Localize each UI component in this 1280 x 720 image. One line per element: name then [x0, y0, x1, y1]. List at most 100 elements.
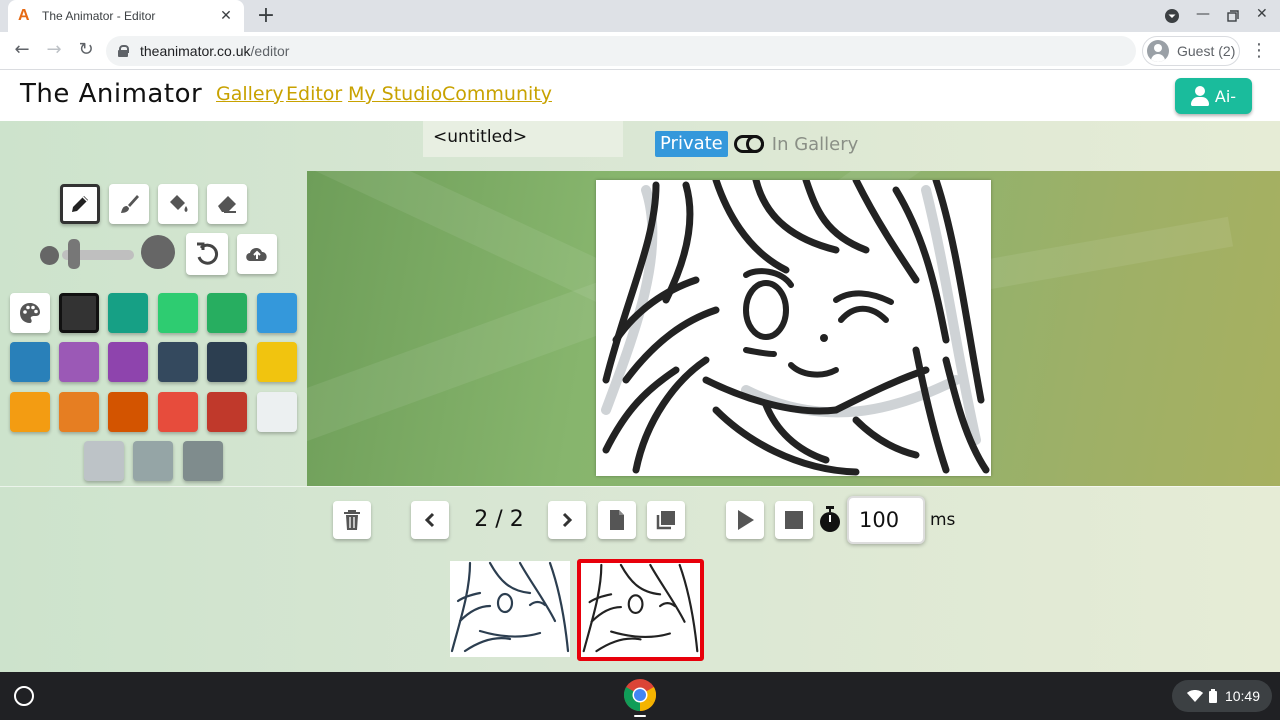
battery-icon — [1208, 689, 1217, 703]
minimize-icon[interactable]: — — [1196, 6, 1210, 22]
browser-toolbar: ← → ↻ theanimator.co.uk/editor Guest (2)… — [0, 32, 1280, 70]
drawing-canvas[interactable] — [596, 180, 991, 476]
color-swatch-14[interactable] — [108, 392, 148, 432]
browser-tabbar: A The Animator - Editor ✕ + — ✕ — [0, 0, 1280, 32]
url-text: theanimator.co.uk/editor — [140, 43, 290, 59]
color-swatch-16[interactable] — [207, 392, 247, 432]
close-tab-icon[interactable]: ✕ — [218, 8, 234, 24]
stop-icon — [785, 511, 803, 529]
nav-my-studio[interactable]: My Studio — [348, 83, 442, 105]
large-size-icon[interactable] — [141, 235, 175, 269]
forward-icon[interactable]: → — [44, 40, 64, 60]
color-swatch-13[interactable] — [59, 392, 99, 432]
animation-title-input[interactable]: <untitled> — [423, 121, 623, 157]
close-window-icon[interactable]: ✕ — [1256, 6, 1268, 22]
new-tab-icon[interactable]: + — [254, 3, 278, 28]
nav-editor[interactable]: Editor — [286, 83, 342, 105]
stopwatch-icon — [820, 506, 840, 532]
site-header: The Animator Gallery Editor My Studio Co… — [0, 71, 1280, 121]
editor-area: <untitled> Private In Gallery 2 / 2 100 … — [0, 121, 1280, 672]
ms-unit-label: ms — [930, 510, 956, 530]
new-frame-button[interactable] — [598, 501, 636, 539]
color-swatch-6[interactable] — [10, 342, 50, 382]
back-icon[interactable]: ← — [12, 40, 32, 60]
fill-tool-button[interactable] — [158, 184, 198, 224]
frame-thumbnail-2[interactable] — [577, 559, 704, 661]
user-menu-button[interactable]: Ai- — [1175, 78, 1252, 114]
chevron-right-icon — [562, 512, 573, 528]
chevron-left-icon — [424, 512, 435, 528]
site-favicon: A — [18, 7, 30, 24]
profile-button[interactable]: Guest (2) — [1142, 36, 1240, 66]
pencil-tool-button[interactable] — [60, 184, 100, 224]
color-swatch-20[interactable] — [183, 441, 223, 481]
eraser-tool-button[interactable] — [207, 184, 247, 224]
delete-frame-button[interactable] — [333, 501, 371, 539]
color-swatch-19[interactable] — [133, 441, 173, 481]
avatar — [1147, 40, 1169, 62]
frame-duration-input[interactable]: 100 — [847, 496, 925, 544]
nav-gallery[interactable]: Gallery — [216, 83, 284, 105]
site-logo[interactable]: The Animator — [20, 79, 202, 109]
color-swatch-4[interactable] — [207, 293, 247, 333]
brush-size-thumb[interactable] — [68, 239, 80, 269]
profile-label: Guest (2) — [1177, 43, 1236, 59]
os-shelf: 10:49 — [0, 672, 1280, 720]
color-swatch-2[interactable] — [108, 293, 148, 333]
user-icon — [1190, 86, 1209, 106]
divider — [0, 486, 1280, 487]
duplicate-frame-button[interactable] — [647, 501, 685, 539]
color-swatch-18[interactable] — [84, 441, 124, 481]
tab-search-icon[interactable] — [1164, 8, 1180, 24]
upload-button[interactable] — [237, 234, 277, 274]
color-swatch-11[interactable] — [257, 342, 297, 382]
next-frame-button[interactable] — [548, 501, 586, 539]
tab-title: The Animator - Editor — [42, 9, 156, 23]
color-swatch-9[interactable] — [158, 342, 198, 382]
sketch-drawing — [601, 180, 990, 476]
brush-tool-button[interactable] — [109, 184, 149, 224]
launcher-icon[interactable] — [14, 686, 34, 706]
small-size-icon[interactable] — [40, 246, 59, 265]
frame-thumbnail-1[interactable] — [450, 561, 570, 657]
frame-duration-value: 100 — [859, 508, 900, 532]
system-tray[interactable]: 10:49 — [1172, 680, 1272, 712]
clock: 10:49 — [1224, 688, 1260, 704]
chrome-app-icon[interactable] — [623, 678, 657, 712]
color-swatch-7[interactable] — [59, 342, 99, 382]
browser-tab[interactable]: A The Animator - Editor ✕ — [8, 0, 244, 32]
nav-community[interactable]: Community — [442, 83, 552, 105]
running-indicator — [634, 715, 646, 717]
color-swatch-3[interactable] — [158, 293, 198, 333]
palette-icon — [20, 303, 40, 323]
copy-icon — [656, 511, 675, 530]
reload-icon[interactable]: ↻ — [76, 40, 96, 60]
address-bar[interactable]: theanimator.co.uk/editor — [106, 36, 1136, 66]
stop-button[interactable] — [775, 501, 813, 539]
new-page-icon — [610, 510, 624, 530]
previous-frame-button[interactable] — [411, 501, 449, 539]
play-icon — [738, 510, 754, 530]
privacy-toggle-icon[interactable] — [733, 135, 764, 153]
color-swatch-10[interactable] — [207, 342, 247, 382]
user-button-label: Ai- — [1214, 86, 1237, 106]
color-swatch-8[interactable] — [108, 342, 148, 382]
menu-kebab-icon[interactable]: ⋮ — [1250, 40, 1268, 61]
color-swatch-17[interactable] — [257, 392, 297, 432]
brush-icon — [121, 195, 139, 213]
undo-button[interactable] — [186, 233, 228, 275]
pencil-icon — [72, 196, 88, 212]
color-swatch-15[interactable] — [158, 392, 198, 432]
restore-icon[interactable] — [1227, 10, 1239, 22]
lock-icon — [118, 45, 129, 57]
play-button[interactable] — [726, 501, 764, 539]
eraser-icon — [218, 196, 236, 213]
wifi-icon — [1186, 690, 1203, 702]
color-swatch-12[interactable] — [10, 392, 50, 432]
color-picker-button[interactable] — [10, 293, 50, 333]
private-label[interactable]: Private — [655, 131, 728, 157]
undo-icon — [197, 242, 219, 265]
color-swatch-1[interactable] — [59, 293, 99, 333]
in-gallery-label[interactable]: In Gallery — [772, 134, 859, 155]
color-swatch-5[interactable] — [257, 293, 297, 333]
